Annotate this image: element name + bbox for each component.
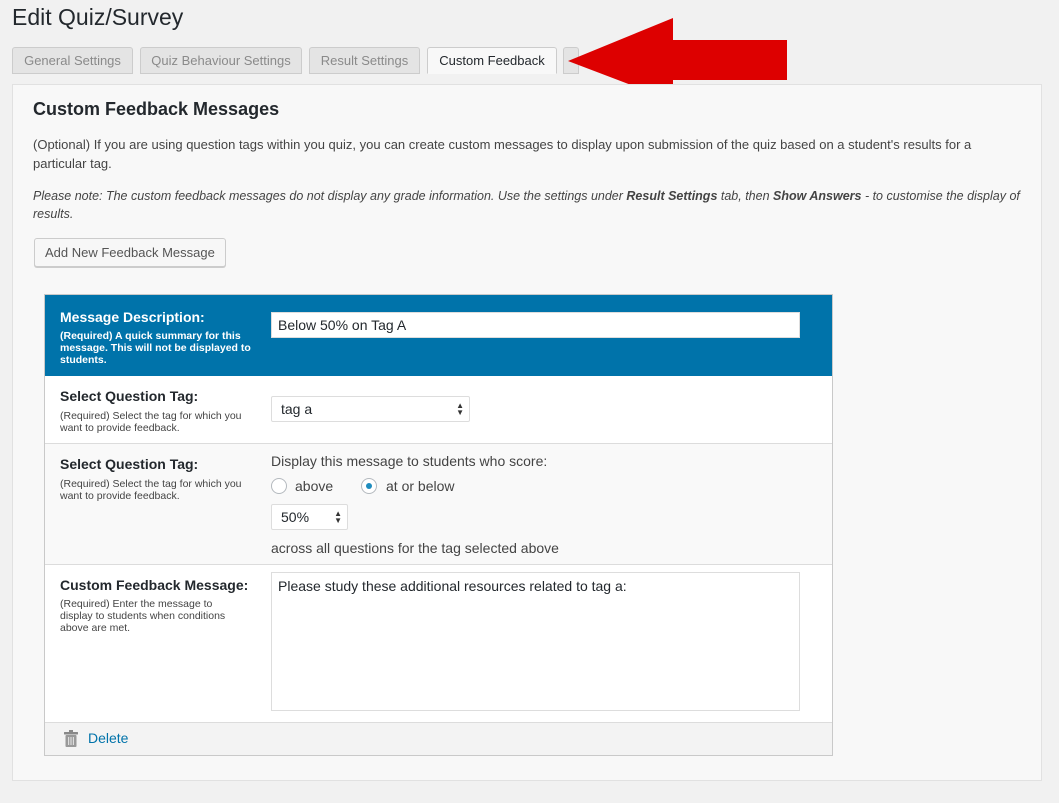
card-footer: Delete — [45, 723, 832, 755]
message-hint: (Required) Enter the message to display … — [60, 598, 226, 634]
radio-above-label: above — [295, 478, 334, 494]
tag-label: Select Question Tag: — [60, 388, 199, 404]
tag-select[interactable]: tag a ▲ ▼ — [271, 396, 470, 422]
radio-above[interactable] — [271, 478, 287, 494]
section-title: Custom Feedback Messages — [33, 99, 280, 119]
score-prompt: Display this message to students who sco… — [271, 453, 548, 469]
note-show-answers: Show Answers — [773, 189, 862, 203]
radio-at-or-below[interactable] — [361, 478, 377, 494]
trash-icon[interactable] — [64, 730, 78, 747]
description-hint: (Required) A quick summary for this mess… — [60, 330, 251, 366]
section-intro: (Optional) If you are using question tag… — [33, 137, 972, 171]
section-note: Please note: The custom feedback message… — [33, 187, 1023, 223]
message-textarea[interactable]: Please study these additional resources … — [271, 572, 800, 711]
message-row: Custom Feedback Message: (Required) Ente… — [45, 565, 832, 723]
score-label: Select Question Tag: — [60, 456, 199, 472]
percent-select-value: 50% — [281, 509, 310, 525]
tag-select-value: tag a — [281, 401, 313, 417]
note-mid: tab, then — [717, 189, 774, 203]
select-arrows-icon: ▲ ▼ — [334, 509, 342, 525]
tab-custom-feedback[interactable]: Custom Feedback — [427, 47, 557, 74]
select-arrows-icon: ▲ ▼ — [456, 401, 464, 417]
page-title: Edit Quiz/Survey — [12, 4, 184, 30]
score-suffix: across all questions for the tag selecte… — [271, 540, 559, 556]
tab-general-settings[interactable]: General Settings — [12, 47, 133, 74]
tag-hint: (Required) Select the tag for which you … — [60, 410, 242, 434]
description-row: Message Description: (Required) A quick … — [45, 295, 832, 376]
delete-link[interactable]: Delete — [88, 730, 128, 746]
message-label: Custom Feedback Message: — [60, 577, 249, 593]
add-feedback-button[interactable]: Add New Feedback Message — [34, 238, 226, 267]
tab-result-settings[interactable]: Result Settings — [309, 47, 420, 74]
description-input[interactable] — [271, 312, 800, 338]
score-hint: (Required) Select the tag for which you … — [60, 478, 242, 502]
tag-row: Select Question Tag: (Required) Select t… — [45, 376, 832, 444]
tab-quiz-behaviour-settings[interactable]: Quiz Behaviour Settings — [140, 47, 302, 74]
note-result-settings: Result Settings — [626, 189, 718, 203]
description-label: Message Description: — [60, 309, 205, 325]
score-row: Select Question Tag: (Required) Select t… — [45, 444, 832, 565]
feedback-card: Message Description: (Required) A quick … — [44, 294, 833, 756]
note-prefix: Please note: The custom feedback message… — [33, 189, 627, 203]
percent-select[interactable]: 50% ▲ ▼ — [271, 504, 348, 530]
custom-feedback-panel: Custom Feedback Messages (Optional) If y… — [12, 84, 1042, 781]
radio-at-or-below-label: at or below — [386, 478, 455, 494]
